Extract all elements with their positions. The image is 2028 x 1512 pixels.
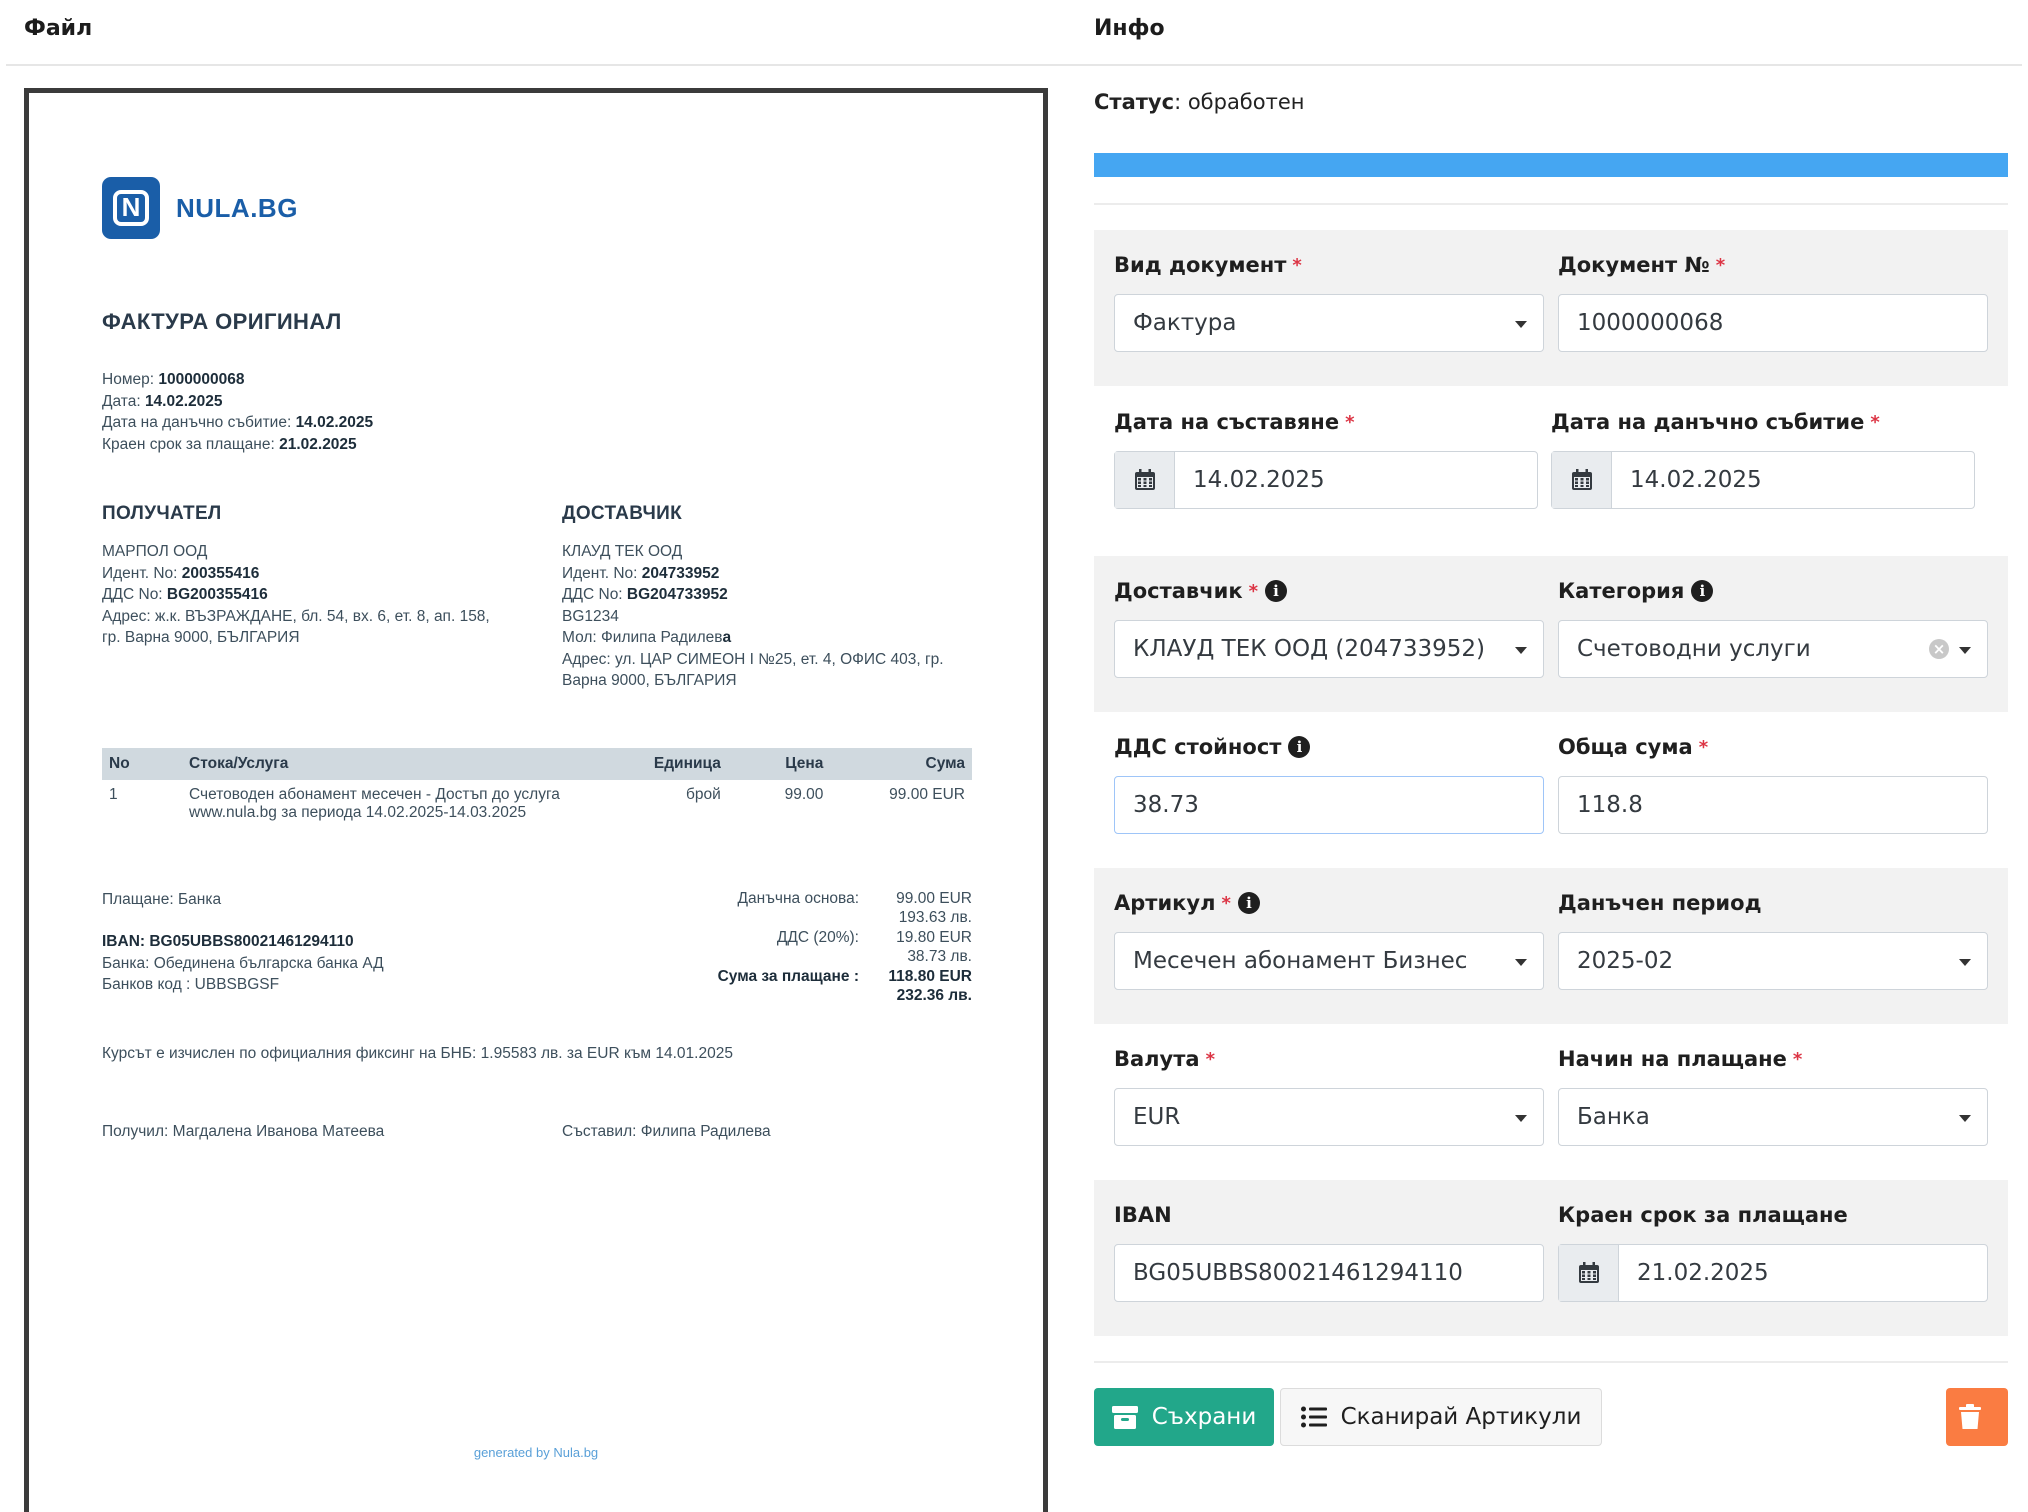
due-date-input[interactable]: 21.02.2025: [1558, 1244, 1988, 1302]
info-icon[interactable]: i: [1691, 580, 1714, 602]
chevron-down-icon: [1515, 1115, 1527, 1122]
total-input[interactable]: 118.8: [1558, 776, 1988, 834]
composed-by: Съставил: Филипа Радилева: [562, 1123, 771, 1140]
tax-date-field: Дата на данъчно събитие * 14.02.2025: [1551, 407, 1975, 509]
invoice-tax-date: Дата на данъчно събитие: 14.02.2025: [102, 414, 374, 431]
nula-logo: N NULA.BG: [102, 177, 298, 239]
chevron-down-icon: [1515, 959, 1527, 966]
due-date-field: Краен срок за плащане 21.02.2025: [1558, 1200, 1988, 1302]
chevron-down-icon: [1959, 1115, 1971, 1122]
supplier-details: КЛАУД ТЕК ООД Идент. No: 204733952 ДДС N…: [562, 543, 944, 689]
category-select[interactable]: Счетоводни услуги ×: [1558, 620, 1988, 678]
scan-articles-button[interactable]: Сканирай Артикули: [1280, 1388, 1602, 1446]
vat-input[interactable]: 38.73: [1114, 776, 1544, 834]
issue-date-input[interactable]: 14.02.2025: [1114, 451, 1538, 509]
received-by: Получил: Магдалена Иванова Матеева: [102, 1123, 385, 1140]
info-icon[interactable]: i: [1237, 892, 1260, 914]
supplier-field: Доставчик * i КЛАУД ТЕК ООД (204733952): [1114, 576, 1544, 678]
progress-fill: [1094, 153, 2008, 177]
recipient-details: МАРПОЛ ООД Идент. No: 200355416 ДДС No: …: [102, 543, 490, 646]
recipient-title: ПОЛУЧАТЕЛ: [102, 503, 222, 524]
info-icon[interactable]: i: [1288, 736, 1311, 758]
invoice-date: Дата: 14.02.2025: [102, 392, 223, 410]
currency-field: Валута * EUR: [1114, 1044, 1544, 1146]
items-table-header: No Стока/Услуга Единица Цена Сума: [102, 748, 972, 780]
table-row: 1 Счетоводен абонамент месечен - Достъп …: [109, 786, 965, 821]
currency-select[interactable]: EUR: [1114, 1088, 1544, 1146]
total-field: Обща сума * 118.8: [1558, 732, 1988, 834]
nula-logo-text: NULA.BG: [176, 192, 298, 223]
info-section-title: Инфо: [1094, 16, 1165, 41]
clear-icon[interactable]: ×: [1929, 639, 1949, 659]
payment-method: Плащане: Банка: [102, 891, 222, 908]
payment-bank-details: IBAN: BG05UBBS80021461294110 Банка: Обед…: [102, 933, 384, 993]
payment-method-select[interactable]: Банка: [1558, 1088, 1988, 1146]
items-table: No Стока/Услуга Единица Цена Сума 1 Счет…: [102, 748, 972, 828]
doc-number-input[interactable]: 1000000068: [1558, 294, 1988, 352]
list-icon: [1300, 1406, 1327, 1428]
tax-date-input[interactable]: 14.02.2025: [1551, 451, 1975, 509]
nula-logo-icon: N: [102, 177, 160, 239]
file-section-title: Файл: [24, 16, 93, 41]
calendar-icon[interactable]: [1115, 452, 1175, 508]
article-field: Артикул * i Месечен абонамент Бизнес: [1114, 888, 1544, 990]
header-divider: [6, 64, 2022, 66]
chevron-down-icon: [1515, 321, 1527, 328]
info-icon[interactable]: i: [1265, 580, 1288, 602]
vat-field: ДДС стойност i 38.73: [1114, 732, 1544, 834]
invoice-preview[interactable]: N NULA.BG ФАКТУРА ОРИГИНАЛ Номер: 100000…: [24, 88, 1048, 1512]
archive-icon: [1111, 1406, 1138, 1429]
calendar-icon[interactable]: [1552, 452, 1612, 508]
issue-date-field: Дата на съставяне * 14.02.2025: [1114, 407, 1538, 509]
status: Статус: обработен: [1094, 90, 1305, 114]
doc-type-field: Вид документ * Фактура: [1114, 250, 1544, 352]
trash-icon: [1959, 1404, 1981, 1429]
invoice-due-date: Краен срок за плащане: 21.02.2025: [102, 435, 357, 453]
tax-period-field: Данъчен период 2025-02: [1558, 888, 1988, 990]
chevron-down-icon: [1959, 647, 1971, 654]
save-button[interactable]: Съхрани: [1094, 1388, 1274, 1446]
chevron-down-icon: [1515, 647, 1527, 654]
calendar-icon[interactable]: [1559, 1245, 1619, 1301]
iban-field: IBAN BG05UBBS80021461294110: [1114, 1200, 1544, 1302]
article-select[interactable]: Месечен абонамент Бизнес: [1114, 932, 1544, 990]
delete-button[interactable]: [1946, 1388, 2008, 1446]
doc-type-select[interactable]: Фактура: [1114, 294, 1544, 352]
invoice-totals: Данъчна основа: 99.00 EUR 193.63 лв. ДДС (…: [717, 890, 972, 1004]
doc-number-field: Документ № * 1000000068: [1558, 250, 1988, 352]
chevron-down-icon: [1959, 959, 1971, 966]
divider: [1094, 1361, 2008, 1363]
generated-by: generated by Nula.bg: [473, 1445, 599, 1460]
iban-input[interactable]: BG05UBBS80021461294110: [1114, 1244, 1544, 1302]
payment-method-field: Начин на плащане * Банка: [1558, 1044, 1988, 1146]
invoice-number: Номер: 1000000068: [102, 371, 245, 388]
invoice-title: ФАКТУРА ОРИГИНАЛ: [102, 309, 342, 334]
tax-period-select[interactable]: 2025-02: [1558, 932, 1988, 990]
category-field: Категория i Счетоводни услуги ×: [1558, 576, 1988, 678]
invoice-meta: Номер: 1000000068 Дата: 14.02.2025 Дата …: [102, 369, 373, 455]
supplier-title: ДОСТАВЧИК: [562, 503, 682, 524]
progress-bar: [1094, 153, 2008, 177]
divider: [1094, 203, 2008, 205]
exchange-rate-note: Курсът е изчислен по официалния фиксинг …: [102, 1045, 733, 1062]
supplier-select[interactable]: КЛАУД ТЕК ООД (204733952): [1114, 620, 1544, 678]
